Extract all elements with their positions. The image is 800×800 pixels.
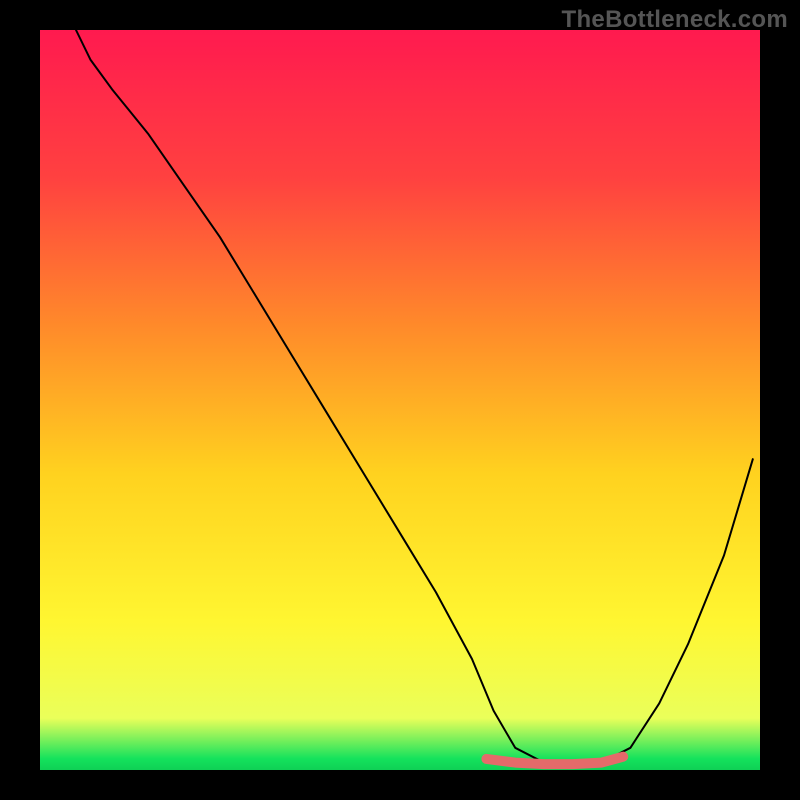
plot-background bbox=[40, 30, 760, 770]
bottleneck-chart bbox=[0, 0, 800, 800]
watermark-label: TheBottleneck.com bbox=[562, 6, 788, 34]
chart-frame: TheBottleneck.com bbox=[0, 0, 800, 800]
